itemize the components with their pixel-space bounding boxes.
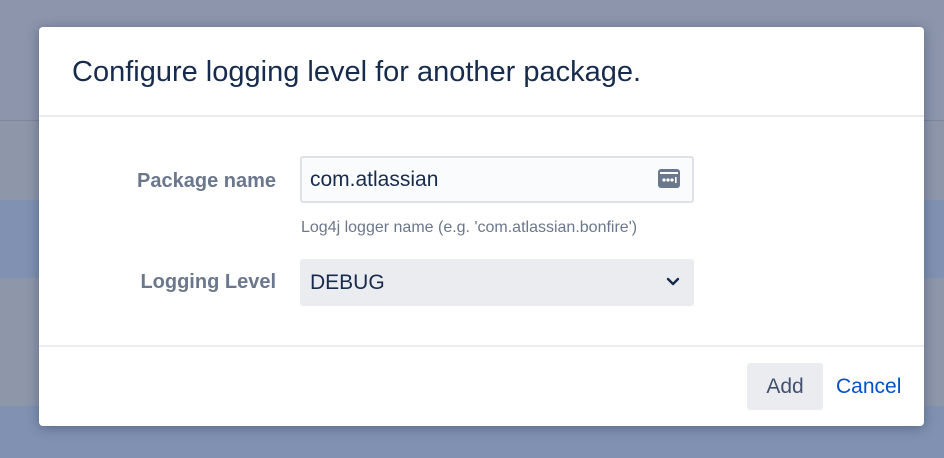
password-manager-autofill-icon[interactable] [658, 169, 680, 188]
package-name-input[interactable] [310, 158, 650, 201]
logging-level-selected-value: DEBUG [310, 271, 385, 294]
dialog-footer: Add Cancel [39, 345, 924, 426]
dialog-title: Configure logging level for another pack… [72, 56, 642, 88]
package-name-field[interactable] [300, 156, 694, 203]
logging-level-label: Logging Level [140, 271, 276, 293]
package-name-label: Package name [137, 170, 276, 192]
add-button[interactable]: Add [747, 363, 823, 410]
cancel-link[interactable]: Cancel [836, 375, 901, 399]
configure-logging-dialog: Configure logging level for another pack… [39, 27, 924, 426]
chevron-down-icon [666, 277, 680, 286]
package-name-help-text: Log4j logger name (e.g. 'com.atlassian.b… [301, 219, 638, 236]
dialog-header: Configure logging level for another pack… [39, 27, 924, 117]
logging-level-select[interactable]: DEBUG [300, 259, 694, 306]
